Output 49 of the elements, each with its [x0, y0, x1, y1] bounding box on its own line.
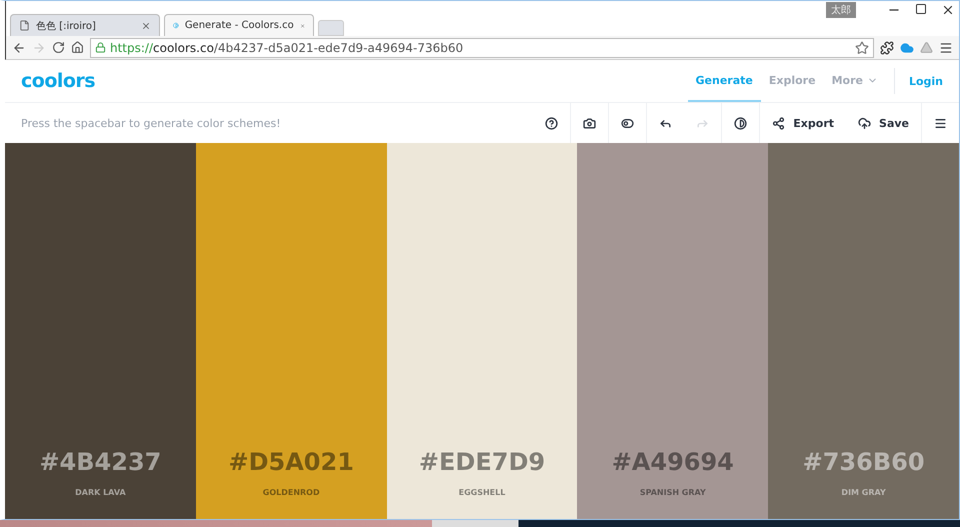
hex-code: #736B60 [802, 448, 925, 476]
close-icon[interactable] [141, 20, 151, 30]
lock-icon [95, 42, 106, 53]
share-icon [772, 116, 786, 130]
color-swatch[interactable]: #EDE7D9 EGGSHELL [386, 143, 578, 519]
close-icon[interactable] [941, 3, 955, 17]
nav-link[interactable]: More [824, 60, 886, 102]
site-icon [173, 20, 179, 31]
contrast-icon [734, 116, 748, 130]
hex-code: #4B4237 [39, 448, 162, 476]
color-name: DARK LAVA [75, 488, 126, 497]
login-link[interactable]: Login [894, 68, 943, 94]
page-icon [19, 20, 30, 31]
hex-code: #A49694 [612, 448, 734, 476]
menu-icon [934, 116, 947, 130]
star-icon[interactable] [855, 40, 869, 54]
maximize-icon[interactable] [915, 3, 927, 15]
color-swatch[interactable]: #4B4237 DARK LAVA [5, 143, 196, 519]
tab-title: 色色 [:iroiro] [36, 20, 97, 32]
browser-tab[interactable]: Generate - Coolors.co [164, 14, 314, 36]
hex-code: #D5A021 [228, 448, 354, 476]
color-swatch[interactable]: #736B60 DIM GRAY [768, 143, 959, 519]
toggle-icon [621, 116, 634, 130]
hex-code: #EDE7D9 [418, 448, 546, 476]
cloud-icon[interactable] [900, 40, 914, 54]
nav-link[interactable]: Explore [760, 60, 824, 102]
reload-icon[interactable] [52, 41, 65, 54]
browser-tab[interactable]: 色色 [:iroiro] [10, 14, 160, 36]
user-badge[interactable]: 太郎 [826, 2, 856, 18]
menu-icon[interactable] [939, 40, 953, 54]
camera-icon [583, 116, 596, 130]
color-name: EGGSHELL [458, 488, 506, 497]
extension-icon[interactable] [880, 40, 894, 54]
url-text: https://coolors.co/4b4237-d5a021-ede7d9-a49694-736b60 [110, 40, 464, 54]
home-icon[interactable] [71, 41, 84, 54]
color-name: SPANISH GRAY [640, 488, 706, 497]
help-icon [545, 116, 558, 130]
color-name: DIM GRAY [841, 488, 886, 497]
logo[interactable]: coolors [21, 70, 96, 92]
tab-title: Generate - Coolors.co [184, 20, 294, 31]
cloud-upload-icon [858, 116, 872, 130]
nav-link[interactable]: Generate [688, 60, 761, 102]
address-bar[interactable]: https://coolors.co/4b4237-d5a021-ede7d9-a49694-736b60 [90, 38, 874, 58]
color-swatch[interactable]: #A49694 SPANISH GRAY [577, 143, 768, 519]
color-swatch[interactable]: #D5A021 GOLDENROD [196, 143, 387, 519]
color-name: GOLDENROD [262, 488, 320, 497]
hint-text: Press the spacebar to generate color schemes! [21, 116, 282, 130]
back-icon[interactable] [12, 40, 26, 54]
save-button[interactable]: Save [846, 103, 921, 143]
